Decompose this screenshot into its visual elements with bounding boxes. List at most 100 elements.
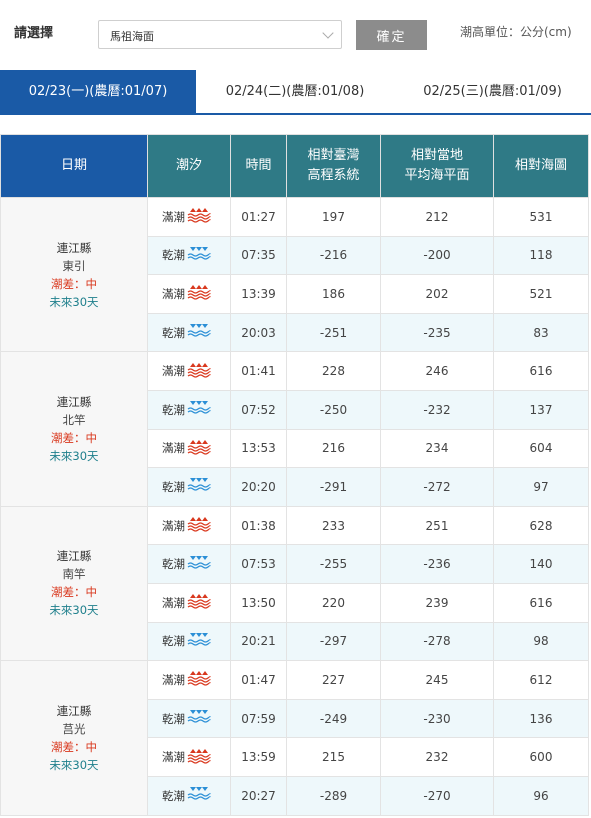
location-cell: 連江縣南竿潮差：中 未來30天 [0, 505, 148, 662]
tide-range-label: 潮差：中 [51, 276, 97, 291]
tide-type-label: 乾潮 [162, 479, 185, 494]
location-county: 連江縣 [56, 549, 92, 564]
location-cell: 連江縣 東引 潮差：中 未來30天 [0, 196, 148, 353]
chart-datum-cell: 136 [493, 698, 589, 739]
future-30-days-link[interactable]: 未來30天 [1, 601, 147, 619]
local-msl-cell: 212 [380, 197, 494, 237]
tab-date-3[interactable]: 02/25(三)(農曆:01/09) [394, 70, 591, 114]
tide-type-cell: 乾潮 [147, 698, 231, 739]
local-msl-cell: 202 [380, 274, 494, 314]
chart-datum-cell: 616 [493, 351, 589, 391]
taiwan-datum-cell: -289 [286, 775, 381, 816]
future-30-days-link[interactable]: 未來30天 [1, 447, 147, 465]
chart-datum-cell: 97 [493, 467, 589, 507]
col-header-local-msl: 相對當地 平均海平面 [380, 134, 494, 198]
time-cell: 13:59 [230, 737, 287, 777]
chevron-down-icon [322, 27, 334, 39]
tide-range-label: 潮差：中 [51, 739, 97, 754]
tab-underline [0, 113, 591, 115]
tide-type-label: 滿潮 [162, 441, 185, 456]
taiwan-datum-cell: 227 [286, 660, 381, 700]
high-tide-icon [187, 362, 211, 381]
local-msl-cell: -236 [380, 544, 494, 584]
chart-datum-cell: 83 [493, 312, 589, 353]
future-30-days-link[interactable]: 未來30天 [1, 756, 147, 774]
local-msl-cell: -235 [380, 312, 494, 353]
tide-range-label: 潮差：中 [51, 431, 97, 446]
tide-type-cell: 滿潮 [147, 274, 231, 314]
location-name: 莒光 [62, 721, 86, 736]
table-header-row: 日期 潮汐 時間 相對臺灣 高程系統 相對當地 平均海平面 相對海圖 [0, 134, 589, 198]
location-county: 連江縣 [56, 395, 92, 410]
location-name: 南竿 [62, 567, 86, 582]
chart-datum-cell: 118 [493, 235, 589, 276]
chart-datum-cell: 628 [493, 505, 589, 546]
taiwan-datum-cell: 228 [286, 351, 381, 391]
tab-date-1[interactable]: 02/23(一)(農曆:01/07) [0, 70, 196, 114]
location-cell: 連江縣莒光潮差：中未來30天 [0, 660, 148, 816]
low-tide-icon [187, 555, 211, 574]
table-row: 連江縣 南竿 潮差：中 未來30天 滿潮 01:38 233 251 628 [0, 505, 589, 662]
local-msl-cell: 245 [380, 660, 494, 700]
tide-type-cell: 乾潮 [147, 621, 231, 662]
tide-type-label: 滿潮 [162, 209, 185, 224]
time-cell: 07:35 [230, 235, 287, 276]
taiwan-datum-cell: 186 [286, 274, 381, 314]
area-select[interactable]: 馬祖海面 [98, 20, 342, 49]
low-tide-icon [187, 477, 211, 496]
local-msl-cell: 251 [380, 505, 494, 546]
col-header-time: 時間 [230, 134, 287, 198]
low-tide-icon [187, 709, 211, 728]
time-cell: 13:50 [230, 582, 287, 623]
tide-type-label: 滿潮 [162, 364, 185, 379]
col-header-date: 日期 [0, 134, 148, 198]
tide-type-cell: 滿潮 [147, 582, 231, 623]
tide-type-cell: 乾潮 [147, 235, 231, 276]
taiwan-datum-cell: 216 [286, 428, 381, 469]
chart-datum-cell: 137 [493, 389, 589, 430]
tide-type-label: 滿潮 [162, 286, 185, 301]
col-header-taiwan-datum: 相對臺灣 高程系統 [286, 134, 381, 198]
tide-type-label: 滿潮 [162, 518, 185, 533]
tide-type-label: 乾潮 [162, 325, 185, 340]
tide-type-label: 乾潮 [162, 402, 185, 417]
taiwan-datum-cell: -255 [286, 544, 381, 584]
chart-datum-cell: 521 [493, 274, 589, 314]
tide-table: 日期 潮汐 時間 相對臺灣 高程系統 相對當地 平均海平面 相對海圖 連江縣 東引 潮差… [0, 134, 589, 816]
local-msl-cell: 239 [380, 582, 494, 623]
chart-datum-cell: 604 [493, 428, 589, 469]
local-msl-cell: -272 [380, 467, 494, 507]
location-name: 北竿 [62, 413, 86, 428]
unit-label: 潮高單位：公分(cm) [460, 25, 572, 39]
table-row: 連江縣 莒光 潮差：中 未來30天 滿潮 01:47 227 245 612 [0, 660, 589, 816]
tide-range-label: 潮差：中 [51, 585, 97, 600]
time-cell: 13:39 [230, 274, 287, 314]
taiwan-datum-cell: 215 [286, 737, 381, 777]
confirm-button[interactable]: 確定 [356, 20, 427, 50]
location-county: 連江縣 [56, 703, 92, 718]
select-label: 請選擇 [14, 26, 54, 41]
tide-type-label: 滿潮 [162, 750, 185, 765]
chart-datum-cell: 612 [493, 660, 589, 700]
tide-type-label: 乾潮 [162, 634, 185, 649]
local-msl-cell: -200 [380, 235, 494, 276]
time-cell: 01:38 [230, 505, 287, 546]
high-tide-icon [187, 284, 211, 303]
high-tide-icon [187, 439, 211, 458]
location-cell: 連江縣北竿潮差：中 未來30天 [0, 351, 148, 507]
chart-datum-cell: 140 [493, 544, 589, 584]
time-cell: 01:41 [230, 351, 287, 391]
col-header-chart-datum: 相對海圖 [493, 134, 589, 198]
tab-date-2[interactable]: 02/24(二)(農曆:01/08) [196, 70, 394, 114]
tide-type-label: 滿潮 [162, 595, 185, 610]
taiwan-datum-cell: -251 [286, 312, 381, 353]
table-row: 連江縣 北竿 潮差：中 未來30天 滿潮 01:41 228 246 616 [0, 351, 589, 507]
taiwan-datum-cell: 220 [286, 582, 381, 623]
future-30-days-link[interactable]: 未來30天 [1, 293, 147, 311]
chart-datum-cell: 616 [493, 582, 589, 623]
time-cell: 01:47 [230, 660, 287, 700]
low-tide-icon [187, 632, 211, 651]
time-cell: 01:27 [230, 197, 287, 237]
tide-type-label: 滿潮 [162, 672, 185, 687]
taiwan-datum-cell: -291 [286, 467, 381, 507]
